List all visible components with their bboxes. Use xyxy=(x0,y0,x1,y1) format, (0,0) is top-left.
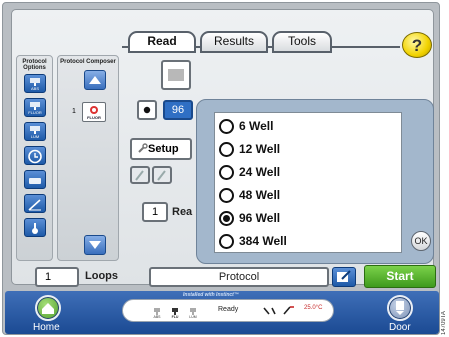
tab-tools[interactable]: Tools xyxy=(272,31,332,53)
well-option-96[interactable]: 96 Well xyxy=(219,207,280,229)
radio-icon xyxy=(219,141,234,157)
bottom-controls: 1 Loops Protocol Start xyxy=(28,265,436,288)
reads-label: Rea xyxy=(172,206,193,218)
protocol-options-panel: Protocol Options ABS FLUOR LUM xyxy=(16,55,53,261)
well-option-label: 12 Well xyxy=(239,142,281,156)
well-option-label: 24 Well xyxy=(239,165,281,179)
well-option-48[interactable]: 48 Well xyxy=(219,184,280,206)
luminescence-button[interactable]: LUM xyxy=(24,122,46,141)
abs-mode-label: ABS xyxy=(153,315,161,319)
luminescence-label: LUM xyxy=(30,134,40,139)
temperature-icon xyxy=(32,223,38,234)
well-dot-icon xyxy=(143,106,151,114)
tab-read[interactable]: Read xyxy=(128,31,196,53)
tab-results[interactable]: Results xyxy=(200,31,268,53)
well-option-label: 384 Well xyxy=(239,234,287,248)
home-icon xyxy=(42,303,54,314)
fluorescence-button[interactable]: FLUOR xyxy=(24,98,46,117)
protocol-composer-panel: Protocol Composer 1 FLUOR xyxy=(57,55,119,261)
radio-icon xyxy=(219,164,234,180)
door-label: Door xyxy=(389,322,411,333)
arrow-up-icon xyxy=(89,76,101,84)
save-protocol-button[interactable] xyxy=(332,267,356,287)
shake-icon xyxy=(29,178,41,184)
composer-scroll-down-button[interactable] xyxy=(84,235,106,255)
main-screen: Read Results Tools ? Protocol Options AB… xyxy=(11,9,436,288)
absorbance-button[interactable]: ABS xyxy=(24,74,46,93)
absorbance-label: ABS xyxy=(30,86,39,91)
tool-icon-1 xyxy=(135,170,144,181)
injector-icon xyxy=(263,306,294,315)
fluorescence-label: FLUOR xyxy=(28,110,42,115)
well-option-label: 6 Well xyxy=(239,119,274,133)
kinetic-icon xyxy=(28,199,41,211)
home-label: Home xyxy=(33,322,60,333)
status-bar: Home Installed with Instinct™ ABS FLU LU… xyxy=(5,291,439,334)
status-text: Ready xyxy=(218,306,239,313)
radio-selected-icon xyxy=(219,210,234,226)
protocol-name-field[interactable]: Protocol xyxy=(149,267,329,287)
arrow-down-icon xyxy=(89,241,101,249)
abs-mode-indicator: ABS xyxy=(149,303,165,319)
lum-mode-label: LUM xyxy=(189,315,197,319)
shake-button[interactable] xyxy=(24,170,46,189)
timer-button[interactable] xyxy=(24,146,46,165)
temperature-readout: 25.0°C xyxy=(304,305,323,311)
well-format-list: 6 Well 12 Well 24 Well 48 Well 96 Well 3… xyxy=(214,112,402,253)
well-dot-button[interactable] xyxy=(137,100,157,120)
composer-scroll-up-button[interactable] xyxy=(84,70,106,90)
setup-label: Setup xyxy=(148,143,179,155)
temperature-button[interactable] xyxy=(24,218,46,237)
device-frame: Read Results Tools ? Protocol Options AB… xyxy=(2,2,440,335)
protocol-options-title: Protocol Options xyxy=(22,59,47,71)
flu-mode-indicator: FLU xyxy=(167,303,183,319)
wrench-icon xyxy=(138,143,148,153)
well-count-field[interactable]: 96 xyxy=(163,100,193,120)
ok-button[interactable]: OK xyxy=(411,231,431,251)
installed-with-instinct: Installed with Instinct™ xyxy=(183,292,239,298)
flu-mode-label: FLU xyxy=(171,315,179,319)
home-button[interactable] xyxy=(35,295,61,321)
well-format-popup: 6 Well 12 Well 24 Well 48 Well 96 Well 3… xyxy=(196,99,434,264)
well-option-label: 48 Well xyxy=(239,188,281,202)
door-icon xyxy=(396,301,404,315)
tool-icon-2 xyxy=(157,170,166,181)
help-button[interactable]: ? xyxy=(402,32,432,58)
composer-step-label: FLUOR xyxy=(87,115,101,120)
plate-type-button[interactable] xyxy=(161,60,191,90)
edit-icon xyxy=(337,270,351,282)
well-option-12[interactable]: 12 Well xyxy=(219,138,280,160)
radio-icon xyxy=(219,118,234,134)
loops-label: Loops xyxy=(85,270,118,282)
protocol-composer-title: Protocol Composer xyxy=(60,59,116,65)
disabled-tool-button-2[interactable] xyxy=(152,166,172,184)
composer-step-number: 1 xyxy=(72,108,76,115)
figure-code: 14709TA xyxy=(441,311,447,335)
well-option-6[interactable]: 6 Well xyxy=(219,115,273,137)
composer-step-fluor[interactable]: FLUOR xyxy=(82,102,106,122)
loops-field[interactable]: 1 xyxy=(35,267,79,287)
radio-icon xyxy=(219,233,234,249)
lum-mode-indicator: LUM xyxy=(185,303,201,319)
timer-icon xyxy=(28,149,42,164)
reads-count-field[interactable]: 1 xyxy=(142,202,168,222)
disabled-tool-button-1[interactable] xyxy=(130,166,150,184)
door-button[interactable] xyxy=(387,295,413,321)
radio-icon xyxy=(219,187,234,203)
well-option-label: 96 Well xyxy=(239,211,281,225)
instrument-status-panel: ABS FLU LUM Ready 25.0°C xyxy=(122,299,334,322)
well-option-24[interactable]: 24 Well xyxy=(219,161,280,183)
start-button[interactable]: Start xyxy=(364,265,436,288)
kinetic-button[interactable] xyxy=(24,194,46,213)
well-option-384[interactable]: 384 Well xyxy=(219,230,287,252)
setup-button[interactable]: Setup xyxy=(130,138,192,160)
plate-grid-icon xyxy=(168,69,184,81)
